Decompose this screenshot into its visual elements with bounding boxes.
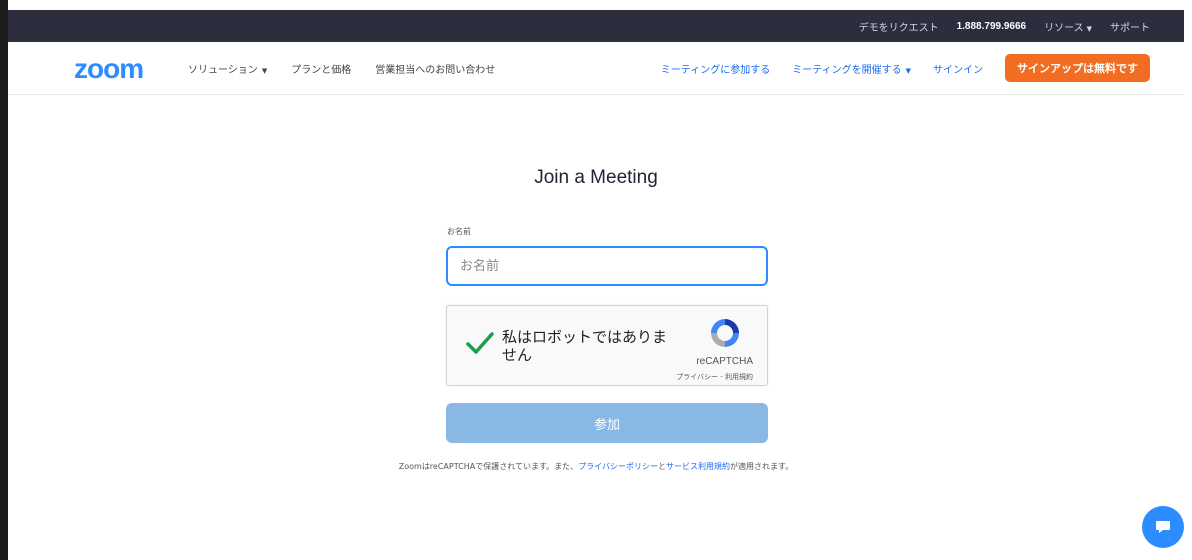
recaptcha-privacy-link[interactable]: プライバシー <box>676 373 718 381</box>
top-utility-bar: デモをリクエスト 1.888.799.9666 リソース ▼ サポート <box>8 10 1184 42</box>
recaptcha-widget: 私はロボットではありません reCAPTCHA プライバシー - 利用規約 <box>446 305 768 386</box>
request-demo-link[interactable]: デモをリクエスト <box>859 19 939 34</box>
phone-number[interactable]: 1.888.799.9666 <box>957 21 1027 32</box>
resources-label: リソース <box>1044 22 1084 34</box>
footnote-middle: と <box>658 462 667 471</box>
join-button[interactable]: 参加 <box>446 403 768 443</box>
chat-bubble-icon <box>1156 521 1170 533</box>
zoom-logo[interactable]: zoom <box>74 55 144 83</box>
caret-down-icon: ▼ <box>905 66 911 75</box>
sign-up-button[interactable]: サインアップは無料です <box>1005 54 1150 82</box>
plans-link[interactable]: プランと価格 <box>291 61 351 76</box>
footnote-prefix: ZoomはreCAPTCHAで保護されています。また、 <box>398 462 579 471</box>
contact-sales-link[interactable]: 営業担当へのお問い合わせ <box>375 61 495 76</box>
recaptcha-terms-link[interactable]: 利用規約 <box>725 373 753 381</box>
caret-down-icon: ▼ <box>261 66 268 75</box>
recaptcha-links: プライバシー - 利用規約 <box>676 372 753 382</box>
recaptcha-footnote: ZoomはreCAPTCHAで保護されています。また、プライバシーポリシーとサー… <box>0 461 1192 472</box>
main-navigation: zoom ソリューション ▼ プランと価格 営業担当へのお問い合わせ ミーティング… <box>8 42 1184 95</box>
solutions-label: ソリューション <box>188 64 258 76</box>
footnote-suffix: が適用されます。 <box>730 462 794 471</box>
caret-down-icon: ▼ <box>1086 24 1092 33</box>
recaptcha-brand: reCAPTCHA <box>696 356 753 367</box>
recaptcha-logo-icon <box>711 319 739 347</box>
host-meeting-menu[interactable]: ミーティングを開催する ▼ <box>792 61 911 76</box>
host-meeting-label: ミーティングを開催する <box>792 64 902 76</box>
recaptcha-links-separator: - <box>718 373 725 381</box>
captcha-checkbox-label: 私はロボットではありません <box>502 328 668 364</box>
checkmark-icon[interactable] <box>465 328 495 358</box>
name-field-label: お名前 <box>447 227 471 236</box>
privacy-policy-link[interactable]: プライバシーポリシー <box>578 462 658 471</box>
chat-button[interactable] <box>1142 506 1184 548</box>
support-link[interactable]: サポート <box>1110 19 1150 34</box>
join-meeting-link[interactable]: ミーティングに参加する <box>661 61 770 76</box>
sign-in-link[interactable]: サインイン <box>933 61 983 76</box>
terms-of-service-link[interactable]: サービス利用規約 <box>666 462 730 471</box>
solutions-menu[interactable]: ソリューション ▼ <box>188 61 267 76</box>
page-title: Join a Meeting <box>534 167 658 188</box>
name-input[interactable] <box>446 246 768 286</box>
resources-menu[interactable]: リソース ▼ <box>1044 19 1092 34</box>
